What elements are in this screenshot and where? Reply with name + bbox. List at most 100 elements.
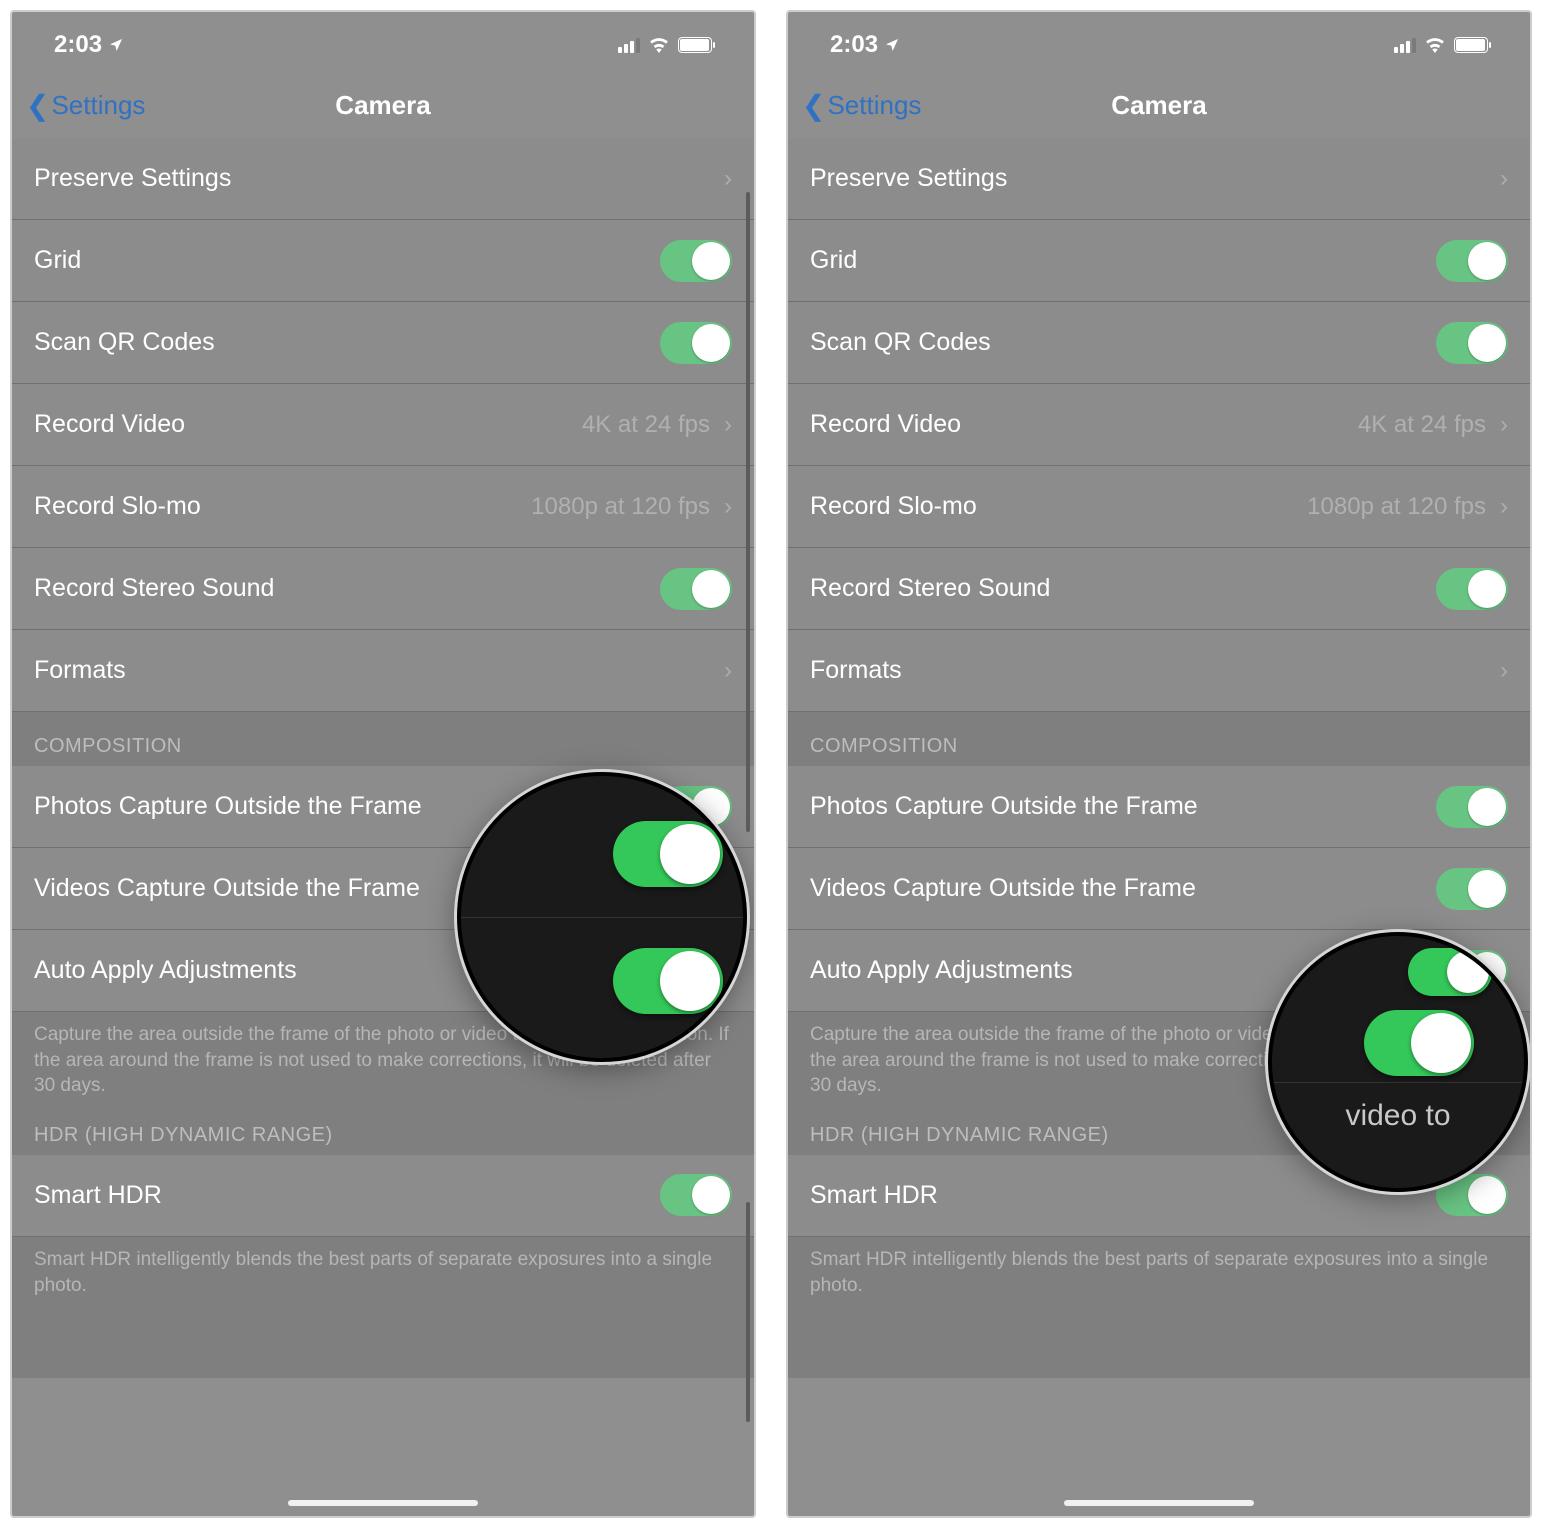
mag-text: video to xyxy=(1292,1099,1504,1133)
mag-toggle-auto-apply xyxy=(1364,1010,1474,1076)
page-title: Camera xyxy=(1111,90,1206,121)
mag-toggle-videos xyxy=(613,948,723,1014)
chevron-right-icon: › xyxy=(724,165,732,193)
row-label: Record Video xyxy=(34,410,185,439)
battery-icon xyxy=(678,37,712,53)
signal-icon xyxy=(1394,37,1416,53)
row-label: Photos Capture Outside the Frame xyxy=(810,792,1198,821)
chevron-right-icon: › xyxy=(1500,411,1508,439)
location-icon xyxy=(108,37,124,53)
toggle-qr[interactable] xyxy=(1436,322,1508,364)
row-preserve-settings[interactable]: Preserve Settings › xyxy=(788,138,1530,220)
row-scan-qr: Scan QR Codes xyxy=(12,302,754,384)
row-value: 4K at 24 fps xyxy=(1358,411,1486,439)
toggle-grid[interactable] xyxy=(1436,240,1508,282)
chevron-right-icon: › xyxy=(1500,657,1508,685)
row-record-video[interactable]: Record Video 4K at 24 fps › xyxy=(788,384,1530,466)
toggle-videos-outside[interactable] xyxy=(1436,868,1508,910)
row-grid: Grid xyxy=(788,220,1530,302)
row-photos-outside: Photos Capture Outside the Frame xyxy=(788,766,1530,848)
time-label: 2:03 xyxy=(830,31,878,59)
chevron-left-icon: ❮ xyxy=(802,89,825,122)
toggle-stereo[interactable] xyxy=(1436,568,1508,610)
mag-toggle-partial xyxy=(1408,948,1492,996)
page-title: Camera xyxy=(335,90,430,121)
row-value: 1080p at 120 fps xyxy=(531,493,710,521)
toggle-qr[interactable] xyxy=(660,322,732,364)
signal-icon xyxy=(618,37,640,53)
row-value: 4K at 24 fps xyxy=(582,411,710,439)
row-record-video[interactable]: Record Video 4K at 24 fps › xyxy=(12,384,754,466)
toggle-stereo[interactable] xyxy=(660,568,732,610)
chevron-right-icon: › xyxy=(724,657,732,685)
row-smart-hdr: Smart HDR xyxy=(12,1155,754,1237)
row-stereo-sound: Record Stereo Sound xyxy=(12,548,754,630)
row-label: Formats xyxy=(34,656,126,685)
row-label: Record Slo-mo xyxy=(810,492,977,521)
row-videos-outside: Videos Capture Outside the Frame xyxy=(788,848,1530,930)
row-grid: Grid xyxy=(12,220,754,302)
back-button[interactable]: ❮ Settings xyxy=(26,89,145,122)
row-label: Record Stereo Sound xyxy=(34,574,274,603)
row-label: Photos Capture Outside the Frame xyxy=(34,792,422,821)
phone-right: 2:03 ❮ Settings Camera Preserve Settings… xyxy=(786,10,1532,1518)
status-bar: 2:03 xyxy=(788,12,1530,72)
nav-bar: ❮ Settings Camera xyxy=(788,72,1530,138)
back-label: Settings xyxy=(51,90,145,121)
chevron-right-icon: › xyxy=(724,493,732,521)
section-header-composition: COMPOSITION xyxy=(34,735,182,758)
toggle-smart-hdr[interactable] xyxy=(660,1174,732,1216)
chevron-right-icon: › xyxy=(1500,165,1508,193)
toggle-grid[interactable] xyxy=(660,240,732,282)
toggle-photos-outside[interactable] xyxy=(1436,786,1508,828)
row-label: Smart HDR xyxy=(34,1181,162,1210)
home-indicator[interactable] xyxy=(288,1500,478,1506)
scrollbar[interactable] xyxy=(746,192,750,832)
wifi-icon xyxy=(648,37,670,53)
row-label: Record Stereo Sound xyxy=(810,574,1050,603)
section-footer-hdr: Smart HDR intelligently blends the best … xyxy=(12,1237,754,1378)
chevron-left-icon: ❮ xyxy=(26,89,49,122)
wifi-icon xyxy=(1424,37,1446,53)
section-header-composition: COMPOSITION xyxy=(810,735,958,758)
scrollbar[interactable] xyxy=(746,1202,750,1422)
status-bar: 2:03 xyxy=(12,12,754,72)
row-label: Grid xyxy=(810,246,857,275)
row-label: Auto Apply Adjustments xyxy=(810,956,1073,985)
home-indicator[interactable] xyxy=(1064,1500,1254,1506)
row-record-slomo[interactable]: Record Slo-mo 1080p at 120 fps › xyxy=(788,466,1530,548)
row-formats[interactable]: Formats › xyxy=(12,630,754,712)
time-label: 2:03 xyxy=(54,31,102,59)
row-value: 1080p at 120 fps xyxy=(1307,493,1486,521)
row-label: Formats xyxy=(810,656,902,685)
status-time: 2:03 xyxy=(830,31,900,59)
location-icon xyxy=(884,37,900,53)
section-header-hdr: HDR (HIGH DYNAMIC RANGE) xyxy=(34,1124,333,1147)
chevron-right-icon: › xyxy=(724,411,732,439)
row-preserve-settings[interactable]: Preserve Settings › xyxy=(12,138,754,220)
section-header-hdr: HDR (HIGH DYNAMIC RANGE) xyxy=(810,1124,1109,1147)
row-label: Auto Apply Adjustments xyxy=(34,956,297,985)
status-time: 2:03 xyxy=(54,31,124,59)
back-button[interactable]: ❮ Settings xyxy=(802,89,921,122)
row-formats[interactable]: Formats › xyxy=(788,630,1530,712)
magnifier-callout: video to xyxy=(1268,932,1528,1192)
row-label: Scan QR Codes xyxy=(810,328,991,357)
row-label: Preserve Settings xyxy=(810,164,1007,193)
nav-bar: ❮ Settings Camera xyxy=(12,72,754,138)
battery-icon xyxy=(1454,37,1488,53)
row-stereo-sound: Record Stereo Sound xyxy=(788,548,1530,630)
row-scan-qr: Scan QR Codes xyxy=(788,302,1530,384)
magnifier-callout xyxy=(457,772,747,1062)
row-record-slomo[interactable]: Record Slo-mo 1080p at 120 fps › xyxy=(12,466,754,548)
chevron-right-icon: › xyxy=(1500,493,1508,521)
section-footer-hdr: Smart HDR intelligently blends the best … xyxy=(788,1237,1530,1378)
row-label: Videos Capture Outside the Frame xyxy=(34,874,420,903)
row-label: Grid xyxy=(34,246,81,275)
back-label: Settings xyxy=(827,90,921,121)
row-label: Videos Capture Outside the Frame xyxy=(810,874,1196,903)
row-label: Scan QR Codes xyxy=(34,328,215,357)
mag-toggle-photos xyxy=(613,821,723,887)
phone-left: 2:03 ❮ Settings Camera Preserve Settings… xyxy=(10,10,756,1518)
row-label: Smart HDR xyxy=(810,1181,938,1210)
